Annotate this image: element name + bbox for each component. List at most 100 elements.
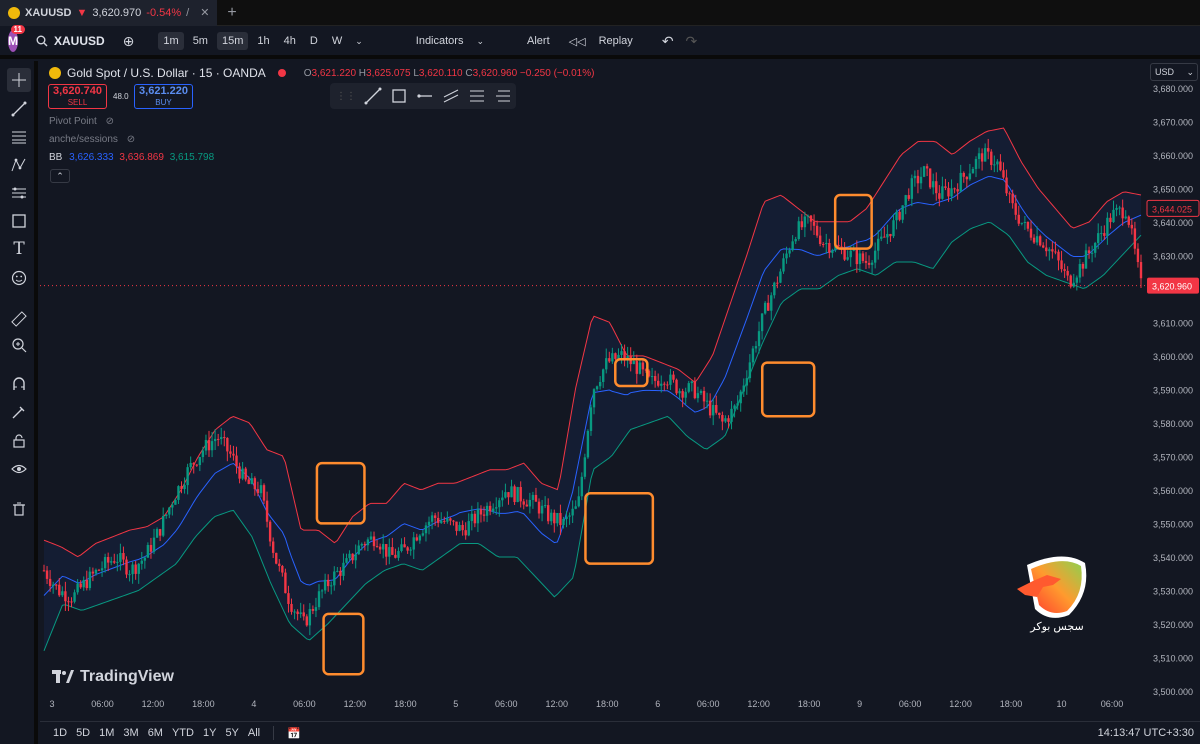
tf-5m[interactable]: 5m — [188, 32, 213, 50]
range-6m[interactable]: 6M — [148, 727, 163, 739]
new-tab-icon[interactable]: + — [227, 4, 236, 22]
chevron-down-icon[interactable]: ⌄ — [351, 36, 367, 47]
tf-d[interactable]: D — [305, 32, 323, 50]
tf-1h[interactable]: 1h — [252, 32, 274, 50]
avatar[interactable]: M 11 — [8, 25, 25, 52]
candle-body — [253, 478, 257, 490]
range-1y[interactable]: 1Y — [203, 727, 216, 739]
replay-button[interactable]: Replay — [594, 32, 638, 50]
ruler-icon[interactable] — [7, 307, 31, 331]
tf-1m[interactable]: 1m — [158, 32, 184, 50]
compare-add-icon[interactable]: ⊕ — [119, 33, 139, 50]
indicator-bb[interactable]: BB 3,626.333 3,636.869 3,615.798 — [49, 152, 214, 163]
candle-body — [592, 389, 596, 408]
candle-body — [611, 353, 614, 362]
candle-body — [1048, 249, 1051, 252]
pattern-icon[interactable] — [7, 153, 31, 177]
crosshair-icon[interactable] — [7, 68, 31, 92]
fib-lines-icon[interactable] — [7, 125, 31, 149]
shapes-icon[interactable] — [7, 209, 31, 233]
tf-w[interactable]: W — [327, 32, 347, 50]
ray-tool-icon[interactable] — [416, 87, 434, 105]
candle-body — [550, 512, 553, 522]
pitchfork-tool-icon[interactable] — [494, 87, 512, 105]
candle-body — [58, 584, 61, 596]
indicator-pivot[interactable]: Pivot Point ⊘ — [49, 116, 114, 127]
channel-tool-icon[interactable] — [442, 87, 460, 105]
tradingview-logo: TradingView — [52, 668, 174, 686]
candle-body — [216, 438, 220, 440]
candle-body — [369, 536, 373, 540]
alert-button[interactable]: Alert — [522, 32, 555, 50]
trash-icon[interactable] — [7, 497, 31, 521]
line-tool-icon[interactable] — [364, 87, 382, 105]
range-5y[interactable]: 5Y — [225, 727, 238, 739]
candle-body — [110, 561, 113, 563]
candle-body — [158, 529, 162, 536]
chevron-down-icon[interactable]: ⌄ — [472, 36, 488, 47]
candle-body — [699, 390, 703, 394]
candle-body — [666, 384, 669, 386]
candle-body — [48, 578, 52, 586]
buy-button[interactable]: 3,621.220 BUY — [134, 84, 193, 109]
candle-body — [320, 590, 324, 592]
candle-body — [183, 485, 186, 490]
candle-body — [675, 379, 678, 394]
candle-body — [938, 193, 941, 199]
undo-icon[interactable]: ↶ — [658, 33, 678, 50]
candle-body — [82, 579, 85, 588]
range-5d[interactable]: 5D — [76, 727, 90, 739]
candle-body — [449, 518, 452, 521]
candle-body — [91, 571, 95, 574]
indicators-button[interactable]: Indicators — [411, 32, 469, 50]
candle-body — [843, 248, 846, 260]
text-icon[interactable]: T — [7, 237, 31, 261]
close-tab-icon[interactable]: ✕ — [200, 6, 209, 19]
highlight-box — [584, 492, 655, 565]
redo-icon[interactable]: ↷ — [682, 33, 702, 50]
price-tick: 3,580.000 — [1153, 419, 1193, 429]
candle-body — [904, 195, 907, 206]
range-1d[interactable]: 1D — [53, 727, 67, 739]
eye-off-icon[interactable]: ⊘ — [106, 116, 114, 127]
candle-body — [262, 485, 266, 501]
trend-line-icon[interactable] — [7, 97, 31, 121]
lock-icon[interactable] — [7, 429, 31, 453]
fib-tool-icon[interactable] — [468, 87, 486, 105]
rectangle-tool-icon[interactable] — [390, 87, 408, 105]
candle-body — [333, 571, 336, 586]
candle-body — [712, 404, 715, 416]
candle-body — [79, 583, 82, 588]
price-tick: 3,660.000 — [1153, 151, 1193, 161]
forecast-icon[interactable] — [7, 181, 31, 205]
indicator-sessions[interactable]: anche/sessions ⊘ — [49, 134, 135, 145]
range-all[interactable]: All — [248, 727, 260, 739]
symbol-tab[interactable]: XAUUSD ▼ 3,620.970 -0.54% / ✕ — [0, 0, 218, 26]
range-ytd[interactable]: YTD — [172, 727, 194, 739]
calendar-icon[interactable]: 📅 — [287, 727, 301, 740]
symbol-search[interactable]: XAUUSD — [36, 34, 105, 48]
candle-body — [137, 563, 140, 574]
magnet-icon[interactable] — [7, 372, 31, 396]
tf-4h[interactable]: 4h — [279, 32, 301, 50]
draw-lock-icon[interactable] — [7, 400, 31, 424]
zoom-in-icon[interactable] — [7, 333, 31, 357]
range-3m[interactable]: 3M — [123, 727, 138, 739]
candle-body — [1087, 250, 1091, 253]
tf-15m[interactable]: 15m — [216, 32, 249, 50]
fullscreen-icon[interactable]: ☐ — [1195, 33, 1200, 50]
sell-button[interactable]: 3,620.740 SELL — [48, 84, 107, 109]
eye-icon[interactable] — [7, 457, 31, 481]
range-1m[interactable]: 1M — [99, 727, 114, 739]
drag-handle-icon[interactable]: ⋮⋮ — [336, 91, 356, 102]
emoji-icon[interactable] — [7, 266, 31, 290]
currency-select[interactable]: USD ⌄ — [1150, 63, 1198, 81]
time-tick: 18:00 — [596, 699, 619, 709]
candle-body — [299, 612, 302, 615]
bb-upper: 3,636.869 — [119, 152, 164, 163]
candle-body — [605, 358, 608, 370]
collapse-legend-button[interactable]: ⌃ — [50, 169, 70, 183]
candle-body — [415, 537, 418, 541]
eye-off-icon[interactable]: ⊘ — [127, 134, 135, 145]
candle-body — [195, 464, 198, 466]
